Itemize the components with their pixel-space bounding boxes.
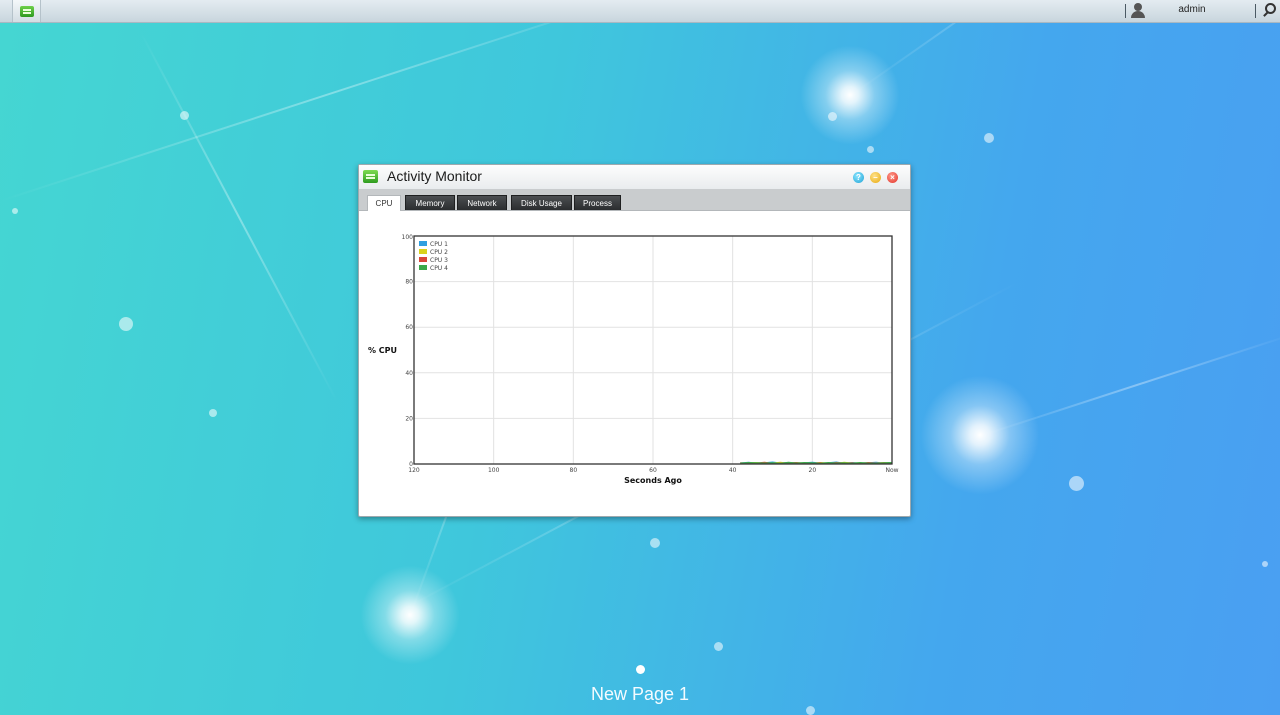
- chart-legend: CPU 1CPU 2CPU 3CPU 4: [419, 241, 448, 272]
- x-tick-label: 80: [570, 467, 578, 474]
- tab-network[interactable]: Network: [457, 195, 507, 210]
- legend-swatch: [419, 241, 427, 246]
- taskbar-divider: [1255, 4, 1256, 18]
- y-tick-label: 80: [405, 279, 413, 286]
- x-axis-label: Seconds Ago: [624, 476, 682, 485]
- y-tick-label: 100: [402, 234, 414, 241]
- cpu-chart-area: 100 80 60 40 20 0 120 100 80 60 40 20 Now % CPU Sec…: [359, 211, 910, 516]
- minimize-button[interactable]: –: [870, 172, 881, 183]
- tab-process[interactable]: Process: [574, 195, 621, 210]
- tab-disk-usage[interactable]: Disk Usage: [511, 195, 572, 210]
- legend-label: CPU 3: [430, 257, 448, 264]
- x-tick-label: 20: [809, 467, 817, 474]
- desktop-page-indicator[interactable]: [636, 665, 645, 674]
- activity-monitor-window: Activity Monitor ? – × CPU Memory Networ…: [358, 164, 911, 517]
- main-menu-button[interactable]: [12, 0, 41, 22]
- window-titlebar[interactable]: Activity Monitor ? – ×: [359, 165, 910, 189]
- x-tick-label: 100: [488, 467, 500, 474]
- legend-label: CPU 4: [430, 265, 448, 272]
- user-icon[interactable]: [1131, 3, 1145, 18]
- window-title: Activity Monitor: [387, 168, 482, 184]
- x-tick-label: 120: [408, 467, 420, 474]
- legend-swatch: [419, 257, 427, 262]
- x-tick-label: Now: [885, 467, 898, 474]
- tab-cpu[interactable]: CPU: [367, 195, 401, 211]
- cpu-chart: 100806040200 120 100 80 60 40 20 Now % CPU Sec…: [368, 234, 899, 485]
- y-tick-labels: 100806040200: [402, 234, 414, 468]
- taskbar: admin: [0, 0, 1280, 23]
- x-tick-label: 40: [729, 467, 737, 474]
- tab-bar: CPU Memory Network Disk Usage Process: [359, 189, 910, 211]
- activity-monitor-icon: [363, 170, 378, 183]
- y-axis-label: % CPU: [368, 346, 397, 355]
- activity-monitor-icon: [19, 5, 34, 17]
- help-button[interactable]: ?: [853, 172, 864, 183]
- desktop-page-label[interactable]: New Page 1: [540, 684, 740, 705]
- x-tick-labels: 120 100 80 60 40 20 Now: [408, 467, 898, 474]
- taskbar-divider: [1125, 4, 1126, 18]
- chart-grid: [413, 235, 893, 465]
- legend-swatch: [419, 265, 427, 270]
- legend-swatch: [419, 249, 427, 254]
- y-tick-label: 20: [405, 415, 413, 422]
- x-tick-label: 60: [649, 467, 657, 474]
- y-tick-label: 60: [405, 324, 413, 331]
- search-icon[interactable]: [1262, 3, 1276, 18]
- tab-memory[interactable]: Memory: [405, 195, 455, 210]
- legend-label: CPU 1: [430, 241, 448, 248]
- username-label[interactable]: admin: [1170, 4, 1214, 15]
- y-tick-label: 40: [405, 370, 413, 377]
- close-button[interactable]: ×: [887, 172, 898, 183]
- legend-label: CPU 2: [430, 249, 448, 256]
